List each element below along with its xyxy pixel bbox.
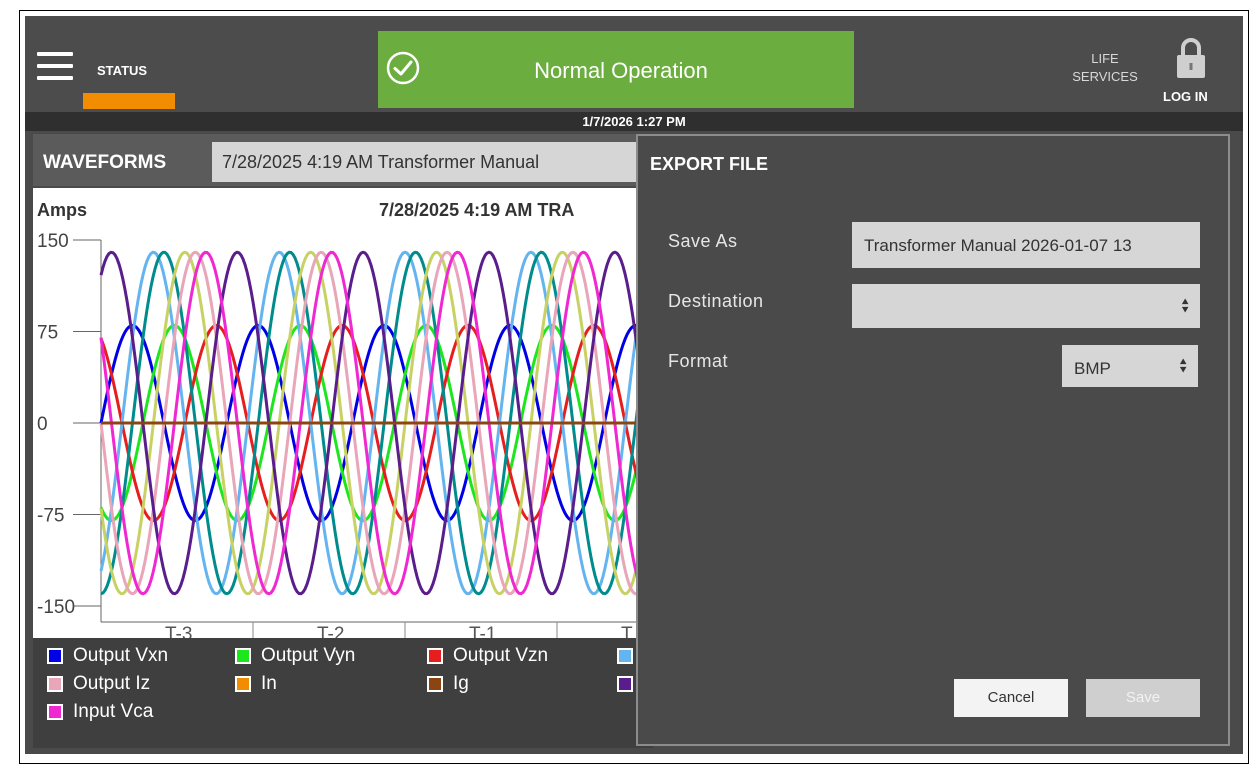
legend-swatch [235, 648, 251, 664]
legend-item: Output Iz [47, 672, 150, 696]
legend-swatch [427, 648, 443, 664]
status-tab-indicator [83, 93, 175, 109]
legend-label: In [261, 673, 277, 694]
y-tick-label: -75 [37, 506, 64, 527]
y-tick-label: 0 [37, 414, 48, 435]
lock-icon[interactable] [1175, 36, 1207, 80]
legend-swatch [47, 648, 63, 664]
format-label: Format [668, 351, 729, 371]
login-button[interactable]: LOG IN [1163, 89, 1208, 104]
status-banner-text: Normal Operation [534, 58, 708, 83]
legend-swatch [427, 676, 443, 692]
legend-swatch [617, 676, 633, 692]
event-select[interactable]: 7/28/2025 4:19 AM Transformer Manual [212, 142, 672, 182]
save-as-label: Save As [668, 231, 738, 251]
format-value: BMP [1074, 359, 1111, 378]
status-banner: Normal Operation [378, 31, 854, 108]
chart-title: 7/28/2025 4:19 AM TRA [379, 200, 574, 220]
x-tick-label: T-3 [165, 624, 192, 638]
legend-item: Ig [427, 672, 469, 696]
top-bar: STATUS Normal Operation LIFE SERVICES LO… [25, 16, 1243, 112]
legend-label: Ig [453, 673, 469, 694]
life-services-button[interactable]: LIFE SERVICES [1060, 50, 1150, 86]
legend-swatch [235, 676, 251, 692]
legend-swatch [47, 676, 63, 692]
legend-item: In [235, 672, 277, 696]
legend-label: Input Vca [73, 701, 154, 722]
y-tick-label: 75 [37, 323, 58, 344]
legend-item: Input Vca [47, 700, 153, 724]
legend-swatch [617, 648, 633, 664]
waveforms-title: WAVEFORMS [43, 152, 167, 173]
x-tick-label: T-2 [317, 624, 344, 638]
legend-swatch [47, 704, 63, 720]
format-select[interactable]: BMP ⯅ ⯆ [1062, 345, 1198, 387]
save-button[interactable]: Save [1086, 679, 1200, 717]
legend-label: Output Vzn [453, 645, 549, 666]
destination-select[interactable]: ⯅ ⯆ [852, 284, 1200, 328]
y-tick-label: 150 [37, 231, 69, 252]
cancel-button[interactable]: Cancel [954, 679, 1068, 717]
export-file-dialog: EXPORT FILE Save As Transformer Manual 2… [636, 134, 1230, 746]
hmi-screen: STATUS Normal Operation LIFE SERVICES LO… [25, 16, 1243, 754]
waveform-chart-svg: Amps 7/28/2025 4:19 AM TRA 150 75 0 -75 -150 T-… [37, 200, 653, 638]
legend-label: Output Vyn [261, 645, 356, 666]
dialog-title: EXPORT FILE [650, 154, 769, 174]
legend-label: Output Vxn [73, 645, 169, 666]
datetime-bar: 1/7/2026 1:27 PM [25, 112, 1243, 131]
save-as-input[interactable]: Transformer Manual 2026-01-07 13 [852, 222, 1200, 268]
y-axis-label: Amps [37, 200, 87, 220]
x-tick-label: T [621, 624, 633, 638]
legend-item: Output Vxn [47, 644, 168, 668]
y-tick-label: -150 [37, 597, 75, 618]
status-tab-label[interactable]: STATUS [97, 63, 147, 78]
updown-icon: ⯅ ⯆ [1178, 355, 1188, 377]
x-tick-label: T-1 [469, 624, 496, 638]
chart-legend: Output Vxn Output Vyn Output Vzn Output Iz I… [33, 638, 653, 748]
legend-label: Output Iz [73, 673, 151, 694]
updown-icon: ⯅ ⯆ [1180, 295, 1190, 317]
legend-item: Output Vyn [235, 644, 355, 668]
menu-icon[interactable] [37, 52, 73, 80]
legend-item: Output Vzn [427, 644, 548, 668]
destination-label: Destination [668, 291, 764, 311]
waveform-chart: Amps 7/28/2025 4:19 AM TRA 150 75 0 -75 -150 T-… [33, 188, 653, 638]
